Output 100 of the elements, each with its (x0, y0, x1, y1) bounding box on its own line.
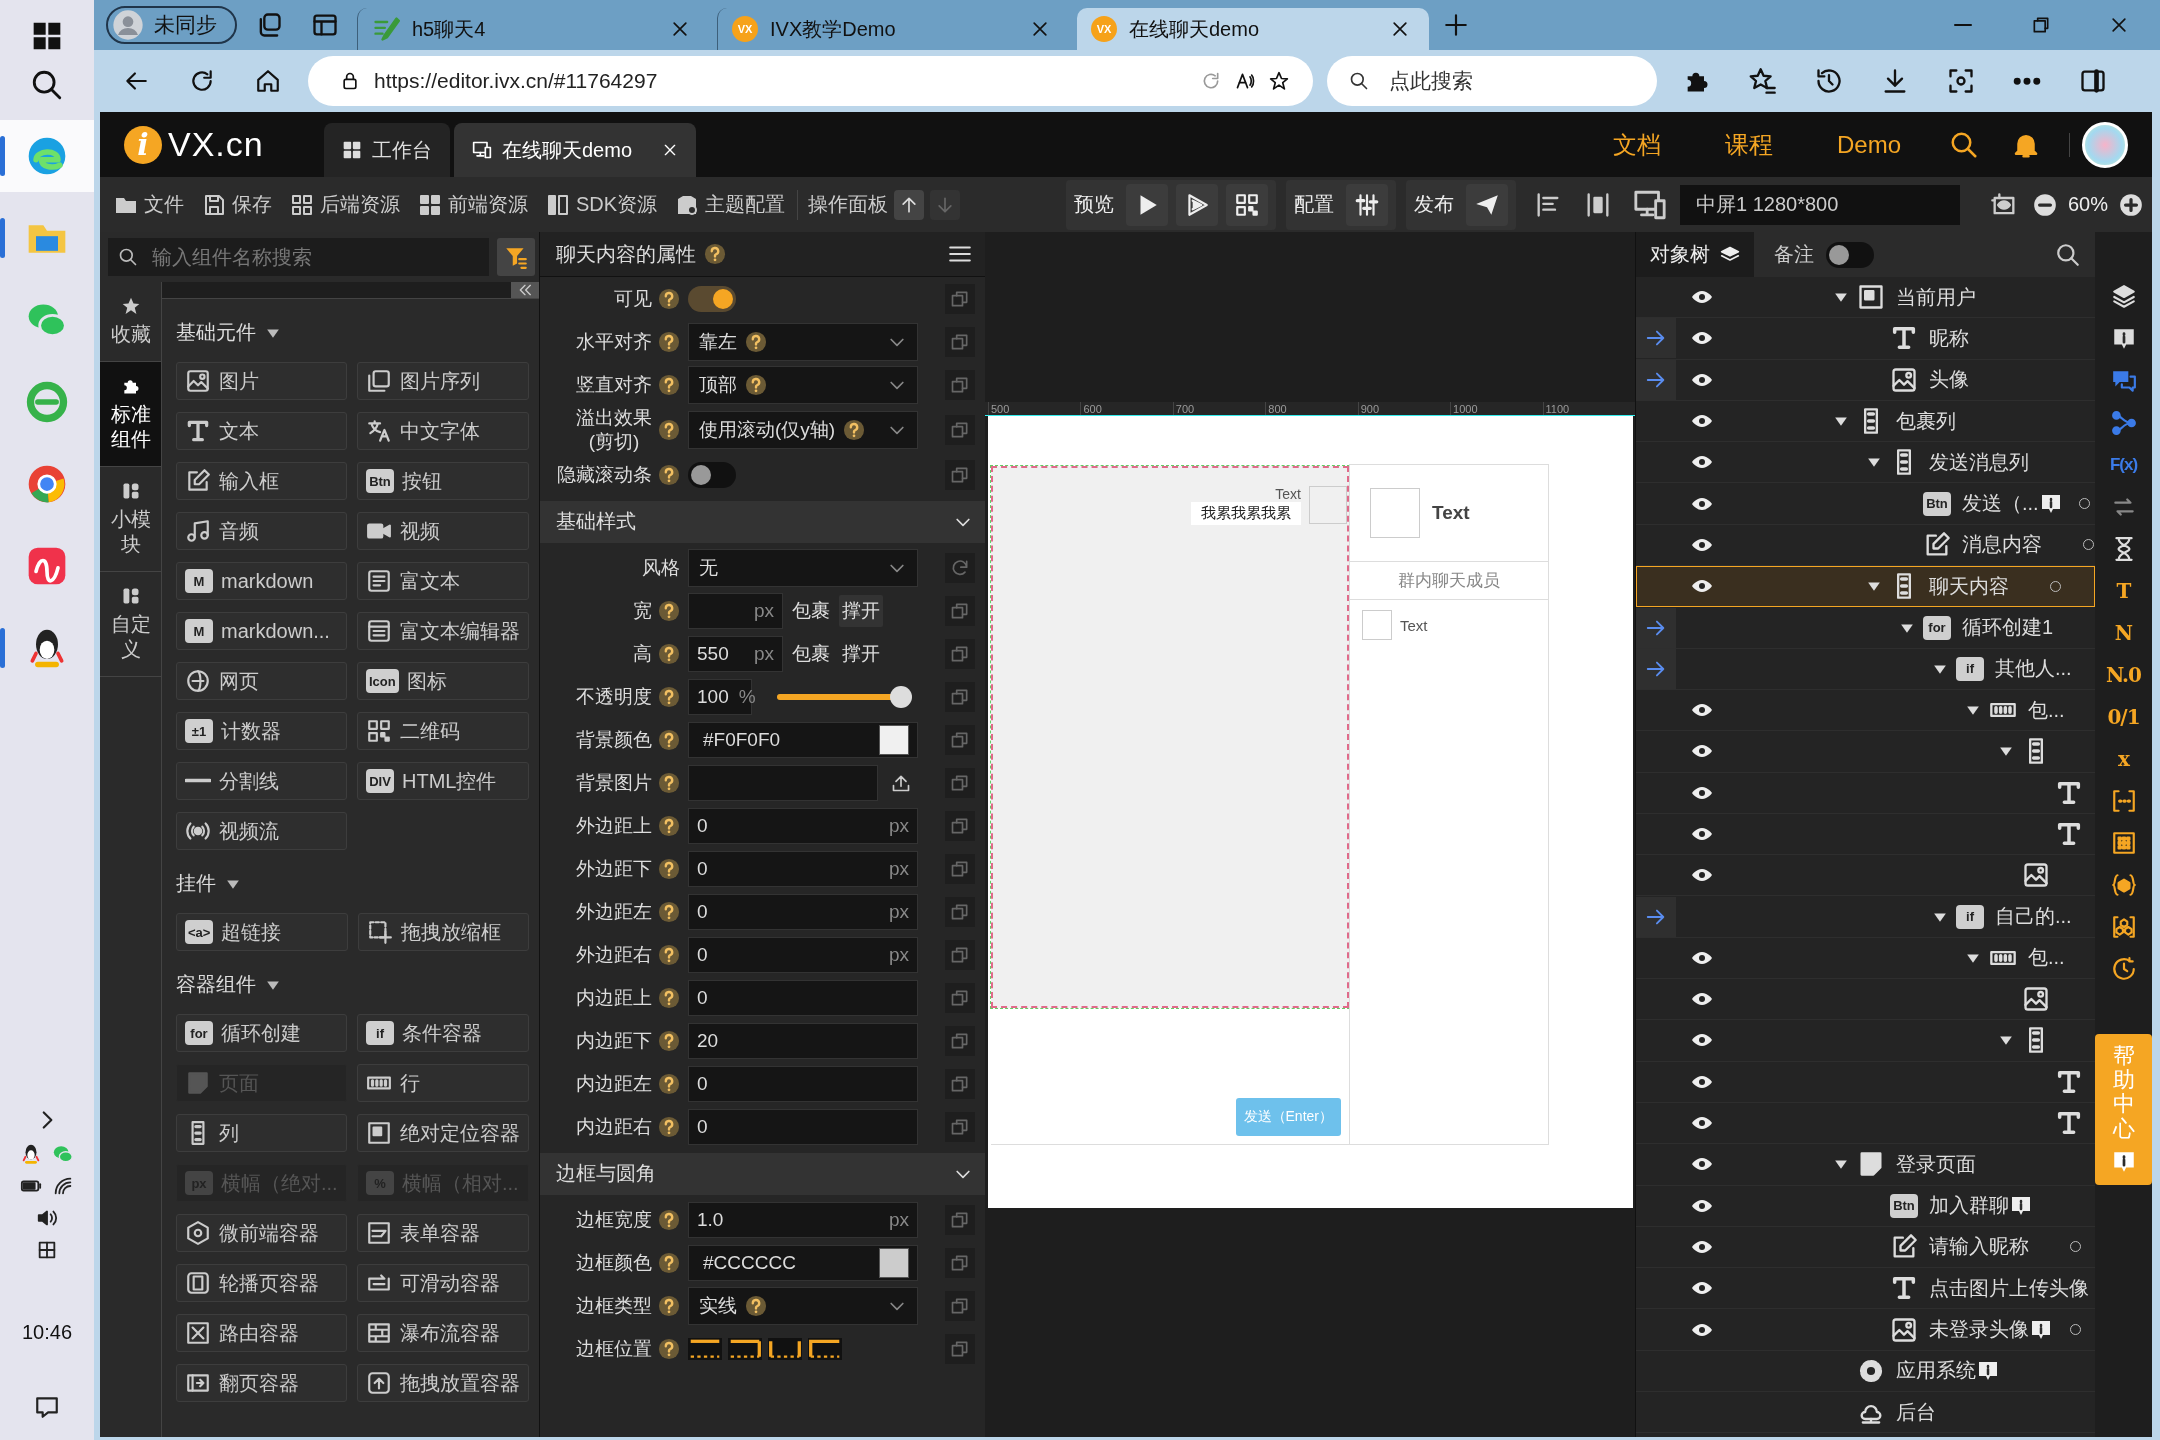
tree-row[interactable]: if 自己的... (1636, 896, 2095, 938)
component-item[interactable]: 行 (357, 1064, 529, 1102)
editor-tab[interactable]: 工作台 (324, 123, 450, 177)
chat-area[interactable]: Text 我累我累我累 (991, 466, 1349, 1008)
search-field[interactable]: 输入组件名称搜索 (108, 238, 489, 276)
option-button[interactable]: 包裹 (789, 638, 833, 670)
component-item[interactable]: M markdown (176, 562, 347, 600)
tree-row[interactable]: 当前用户 (1636, 277, 2095, 319)
input-field[interactable]: 0 px (688, 894, 918, 930)
toolbar-button[interactable]: 保存 (196, 191, 278, 218)
category-tab[interactable]: 小模块 (100, 467, 161, 572)
section-header[interactable]: 基础样式 (540, 500, 985, 543)
select-field[interactable]: 实线 (688, 1287, 918, 1325)
nav-link[interactable]: 课程 (1724, 128, 1773, 161)
tree-row[interactable]: 头像 (1636, 359, 2095, 401)
object-tree-tab[interactable]: 对象树 (1636, 232, 1754, 277)
tree-row[interactable]: Btn 加入群聊 (1636, 1185, 2095, 1227)
component-item[interactable]: 图片 (176, 362, 347, 400)
component-item[interactable]: for 循环创建 (176, 1014, 347, 1052)
component-item[interactable]: 输入框 (176, 462, 347, 500)
component-item[interactable]: 中文字体 (357, 412, 529, 450)
input-field[interactable]: 0 (688, 1066, 918, 1102)
component-item[interactable]: 瀑布流容器 (357, 1314, 529, 1352)
component-item[interactable]: 拖拽放缩框 (357, 913, 529, 951)
component-item[interactable]: 网页 (176, 662, 347, 700)
component-item[interactable]: M markdown... (176, 612, 347, 650)
component-item[interactable]: 图片序列 (357, 362, 529, 400)
browser-tab[interactable]: VX 在线聊天demo (1077, 8, 1429, 50)
input-field[interactable]: px (688, 593, 783, 629)
nav-link[interactable]: 文档 (1612, 128, 1661, 161)
component-item[interactable]: 微前端容器 (176, 1214, 347, 1252)
component-item[interactable]: 拖拽放置容器 (357, 1364, 529, 1402)
tree-row[interactable]: for 循环创建1 (1636, 607, 2095, 649)
component-item[interactable]: 绝对定位容器 (357, 1114, 529, 1152)
search-field[interactable]: 点此搜索 (1327, 56, 1657, 106)
component-item[interactable]: 富文本 (357, 562, 529, 600)
option-button[interactable]: 撑开 (839, 595, 883, 627)
tool-button[interactable]: N.0 (2103, 658, 2144, 692)
tree-row[interactable]: 包... (1636, 689, 2095, 732)
tool-button[interactable]: x (2103, 742, 2144, 776)
component-item[interactable]: 视频流 (176, 812, 347, 850)
toolbar-button[interactable]: SDK资源 (540, 191, 664, 218)
component-item[interactable]: <a> 超链接 (176, 913, 348, 951)
select-field[interactable]: 靠左 (688, 322, 918, 361)
tool-button[interactable]: T (2103, 574, 2144, 608)
tree-row[interactable]: 请输入昵称 (1636, 1226, 2095, 1269)
input-field[interactable]: 0 px (688, 851, 918, 887)
section-header[interactable]: 挂件 (176, 870, 529, 897)
component-item[interactable]: 列 (176, 1114, 347, 1152)
input-field[interactable]: 1.0 px (688, 1202, 918, 1238)
component-item[interactable]: 翻页容器 (176, 1364, 347, 1402)
tree-row[interactable]: 包裹列 (1636, 400, 2095, 443)
component-item[interactable]: ±1 计数器 (176, 712, 347, 750)
component-item[interactable]: 文本 (176, 412, 347, 450)
nav-link[interactable]: Demo (1836, 130, 1901, 159)
input-field[interactable]: 0 (688, 1109, 918, 1145)
select-field[interactable]: 顶部 (688, 365, 918, 404)
component-item[interactable]: 二维码 (357, 712, 529, 750)
tree-row[interactable]: 登录页面 (1636, 1144, 2095, 1186)
component-item[interactable]: if 条件容器 (357, 1014, 529, 1052)
component-item[interactable]: 视频 (357, 512, 529, 550)
tree-row[interactable]: 未登录头像 (1636, 1309, 2095, 1351)
color-field[interactable]: #F0F0F0 (688, 722, 918, 758)
toolbar-button[interactable]: 前端资源 (412, 191, 534, 218)
browser-tab[interactable]: VX IVX教学Demo (717, 8, 1069, 50)
component-item[interactable]: Btn 按钮 (357, 462, 529, 500)
screen-select[interactable]: 中屏1 1280*800 (1679, 184, 1960, 225)
select-field[interactable]: 使用滚动(仅y轴) (688, 410, 918, 449)
component-item[interactable]: 可滑动容器 (357, 1264, 529, 1302)
select-field[interactable]: 无 (688, 549, 918, 587)
tree-row[interactable]: 点击图片上传头像 (1636, 1268, 2095, 1310)
color-field[interactable]: #CCCCCC (688, 1245, 918, 1281)
tree-row[interactable]: 后台 (1636, 1392, 2095, 1434)
tree-row[interactable]: 昵称 (1636, 318, 2095, 360)
profile-button[interactable]: 未同步 (106, 6, 237, 44)
editor-tab[interactable]: 在线聊天demo (454, 123, 697, 177)
tool-button[interactable]: F(x) (2103, 448, 2144, 482)
option-button[interactable]: 撑开 (839, 638, 883, 670)
option-button[interactable]: 包裹 (789, 595, 833, 627)
component-item[interactable]: DIV HTML控件 (357, 762, 529, 800)
section-header[interactable]: 基础元件 (176, 319, 529, 346)
category-tab[interactable]: 标准组件 (100, 362, 161, 467)
address-bar[interactable]: https://editor.ivx.cn/#11764297 (308, 56, 1313, 106)
tree-row[interactable]: 发送消息列 (1636, 442, 2095, 484)
tool-button[interactable]: N (2103, 616, 2144, 650)
category-tab[interactable]: 自定义 (100, 572, 161, 677)
component-item[interactable]: 路由容器 (176, 1314, 347, 1352)
toolbar-button[interactable]: 后端资源 (284, 191, 406, 218)
toolbar-button[interactable]: 主题配置 (669, 191, 792, 218)
input-field[interactable]: 0 px (688, 937, 918, 973)
toolbar-button[interactable]: 文件 (108, 191, 190, 218)
tree-row[interactable]: 包... (1636, 937, 2095, 980)
input-field[interactable]: 20 (688, 1023, 918, 1059)
component-item[interactable]: 分割线 (176, 762, 347, 800)
input-field[interactable]: 0 (688, 980, 918, 1016)
component-item[interactable]: 轮播页容器 (176, 1264, 347, 1302)
input-field[interactable]: 550 px (688, 636, 783, 672)
tree-row[interactable]: Btn 发送（... (1636, 483, 2095, 525)
tool-button[interactable]: 0/1 (2103, 700, 2144, 734)
component-item[interactable]: 音频 (176, 512, 347, 550)
